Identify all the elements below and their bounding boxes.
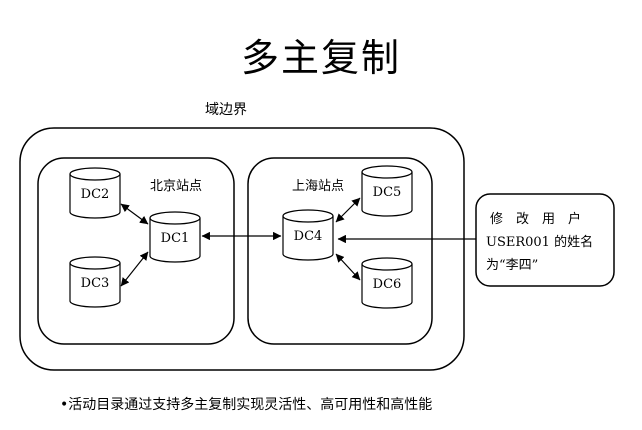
bullet-text: •活动目录通过支持多主复制实现灵活性、高可用性和高性能	[60, 397, 433, 413]
dc6-label: DC6	[373, 277, 402, 292]
dc3-label: DC3	[81, 276, 110, 291]
dc1-cylinder: DC1	[149, 211, 201, 263]
dc1-label: DC1	[161, 231, 190, 246]
arrow-dc4-dc5	[335, 197, 361, 223]
callout-line-3: 为“李四”	[486, 258, 538, 273]
arrow-dc3-dc1	[120, 251, 149, 287]
arrow-dc4-dc6	[335, 253, 361, 281]
dc5-cylinder: DC5	[361, 165, 413, 217]
callout-line-1: 修 改 用 户	[490, 211, 581, 227]
domain-boundary	[19, 127, 465, 371]
dc2-cylinder: DC2	[69, 167, 121, 219]
dc6-cylinder: DC6	[361, 257, 413, 309]
dc4-label: DC4	[294, 229, 323, 244]
site-shanghai-label: 上海站点	[292, 179, 344, 194]
replication-diagram: 北京站点 上海站点 DC2 DC3 DC1 DC4 DC5 DC6 修 改 用 …	[19, 127, 615, 371]
slide: 多主复制 域边界 北京站点 上海站点 DC2 DC3 DC1 DC4 DC5 D…	[0, 0, 642, 430]
dc3-cylinder: DC3	[69, 256, 121, 308]
dc4-cylinder: DC4	[282, 209, 334, 261]
arrow-dc2-dc1	[120, 203, 149, 225]
site-beijing	[37, 157, 235, 345]
dc2-label: DC2	[81, 187, 110, 202]
site-beijing-label: 北京站点	[150, 179, 202, 194]
callout-line-2: USER001 的姓名	[486, 234, 593, 250]
dc5-label: DC5	[373, 185, 402, 200]
